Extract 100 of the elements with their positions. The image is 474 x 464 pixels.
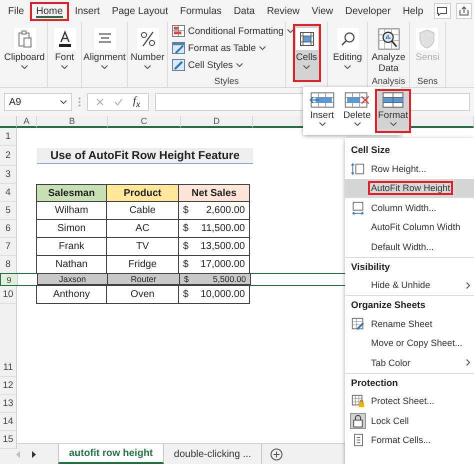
menu-item[interactable]: Rename Sheet xyxy=(345,314,474,334)
row-header[interactable]: 8 xyxy=(0,256,17,274)
column-header[interactable]: B xyxy=(37,116,108,128)
ribbon-tab[interactable]: Formulas xyxy=(174,2,228,20)
row-header[interactable]: 12 xyxy=(0,377,17,395)
column-header[interactable]: C xyxy=(108,116,181,128)
ribbon-button[interactable]: Editing xyxy=(330,24,366,74)
conditional-formatting-icon xyxy=(172,25,185,37)
row-header[interactable]: 6 xyxy=(0,220,17,238)
row-header[interactable]: 15 xyxy=(0,431,17,449)
format-cells-icon xyxy=(381,91,406,109)
row-header[interactable]: 3 xyxy=(0,166,17,184)
row-header[interactable]: 4 xyxy=(0,184,17,202)
menu-item[interactable]: Column Width... xyxy=(345,198,474,218)
caret-icon xyxy=(303,65,310,69)
add-sheet-icon[interactable] xyxy=(270,448,284,460)
menu-item[interactable]: AutoFit Column Width xyxy=(345,218,474,237)
sheet-tab[interactable]: autofit row height xyxy=(58,444,164,464)
ribbon-tab[interactable]: View xyxy=(306,2,340,20)
currency-symbol: $ xyxy=(184,274,189,284)
ribbon-tab[interactable]: Help xyxy=(396,2,430,20)
ribbon-button[interactable]: Clipboard xyxy=(1,24,48,74)
row-header[interactable]: 13 xyxy=(0,395,17,413)
ribbon-button[interactable]: Cells xyxy=(292,24,320,82)
column-header[interactable]: A xyxy=(17,116,37,128)
amount: 2,600.00 xyxy=(206,205,245,216)
caret-icon xyxy=(60,100,67,104)
amount: 11,500.00 xyxy=(201,223,245,234)
caret-icon xyxy=(344,65,351,69)
currency-symbol: $ xyxy=(183,289,189,300)
menu-item[interactable]: Format Cells... xyxy=(345,430,474,450)
column-header[interactable]: D xyxy=(181,116,253,128)
ribbon-tab[interactable]: File xyxy=(2,2,30,20)
caret-icon xyxy=(258,46,266,50)
cells-menu-button[interactable]: Format xyxy=(375,89,412,133)
row-header[interactable]: 10 xyxy=(0,286,17,304)
menu-section-heading: Protection xyxy=(345,372,474,392)
amount: 17,000.00 xyxy=(200,259,245,270)
caret-icon xyxy=(236,63,243,67)
ribbon-button[interactable]: Analyze Data xyxy=(366,24,410,74)
row-header[interactable]: 7 xyxy=(0,238,17,256)
menu-item[interactable]: Hide & Unhide xyxy=(345,276,474,295)
cells-icon xyxy=(298,31,314,47)
ribbon-button[interactable]: Number xyxy=(128,24,168,74)
ribbon-tab[interactable]: Developer xyxy=(339,2,397,20)
row-header[interactable]: 5 xyxy=(0,202,17,220)
row-header-strip xyxy=(0,304,17,359)
table-cell: Router xyxy=(107,273,180,285)
menu-item[interactable]: Protect Sheet... xyxy=(345,392,474,411)
ribbon-button[interactable]: Alignment xyxy=(80,24,129,74)
scroll-right-icon[interactable] xyxy=(32,450,36,458)
cells-menu-button[interactable]: Delete xyxy=(340,89,374,133)
ribbon-menu-button[interactable]: Format as Table xyxy=(171,41,267,55)
sheet-tab[interactable]: double-clicking ... xyxy=(164,444,262,464)
row-header[interactable]: 14 xyxy=(0,413,17,431)
ribbon-tab[interactable]: Review xyxy=(260,2,306,20)
menu-item[interactable]: Move or Copy Sheet... xyxy=(345,334,474,353)
check-icon[interactable] xyxy=(114,98,123,106)
ribbon-tab[interactable]: Data xyxy=(228,2,261,20)
more-options-icon xyxy=(78,97,81,107)
caret-icon xyxy=(354,122,360,126)
analyze-data-icon xyxy=(378,27,400,51)
protect-sheet-icon xyxy=(351,394,365,408)
menu-item[interactable]: AutoFit Row Height xyxy=(345,178,474,198)
currency-symbol: $ xyxy=(183,205,189,216)
amount: 13,500.00 xyxy=(200,241,245,252)
row-header[interactable]: 9 xyxy=(1,274,18,285)
name-box[interactable]: A9 xyxy=(4,93,72,111)
menu-item[interactable]: Default Width... xyxy=(345,237,474,256)
menu-item[interactable]: Lock Cell xyxy=(345,411,474,430)
row-header[interactable]: 1 xyxy=(0,128,17,146)
currency-symbol: $ xyxy=(183,223,189,234)
amount: 5,500.00 xyxy=(212,274,246,284)
menu-item[interactable]: Row Height... xyxy=(345,159,474,178)
font-color-icon xyxy=(56,30,72,48)
row-header[interactable]: 2 xyxy=(0,146,17,166)
sheet-title: Use of AutoFit Row Height Feature xyxy=(37,148,253,164)
ribbon-tab[interactable]: Home xyxy=(30,2,69,20)
cell-styles-icon xyxy=(172,59,185,71)
insert-function-button[interactable]: f$_{x}$ xyxy=(133,94,140,110)
ribbon-menu-button[interactable]: Cell Styles xyxy=(171,58,244,72)
menu-section-heading: Organize Sheets xyxy=(345,295,474,314)
ribbon-button[interactable]: Font xyxy=(50,24,78,74)
ribbon-tab[interactable]: Insert xyxy=(68,2,106,20)
comment-icon[interactable] xyxy=(434,3,451,19)
group-label: Analysis xyxy=(370,76,406,86)
caret-icon xyxy=(286,29,294,33)
group-label: Sens xyxy=(416,76,439,86)
cells-menu-button[interactable]: Insert xyxy=(305,89,339,133)
amount: 10,000.00 xyxy=(200,289,245,300)
rename-sheet-icon xyxy=(351,316,365,331)
caret-icon xyxy=(144,65,151,69)
currency-symbol: $ xyxy=(183,241,189,252)
select-all-corner[interactable] xyxy=(0,116,17,128)
share-icon[interactable] xyxy=(456,3,472,19)
menu-item[interactable]: Tab Color xyxy=(345,353,474,372)
row-header[interactable]: 11 xyxy=(0,359,17,377)
column-heading-cell: Salesman xyxy=(36,184,107,202)
caret-icon xyxy=(390,122,397,126)
ribbon-tab[interactable]: Page Layout xyxy=(106,2,174,20)
